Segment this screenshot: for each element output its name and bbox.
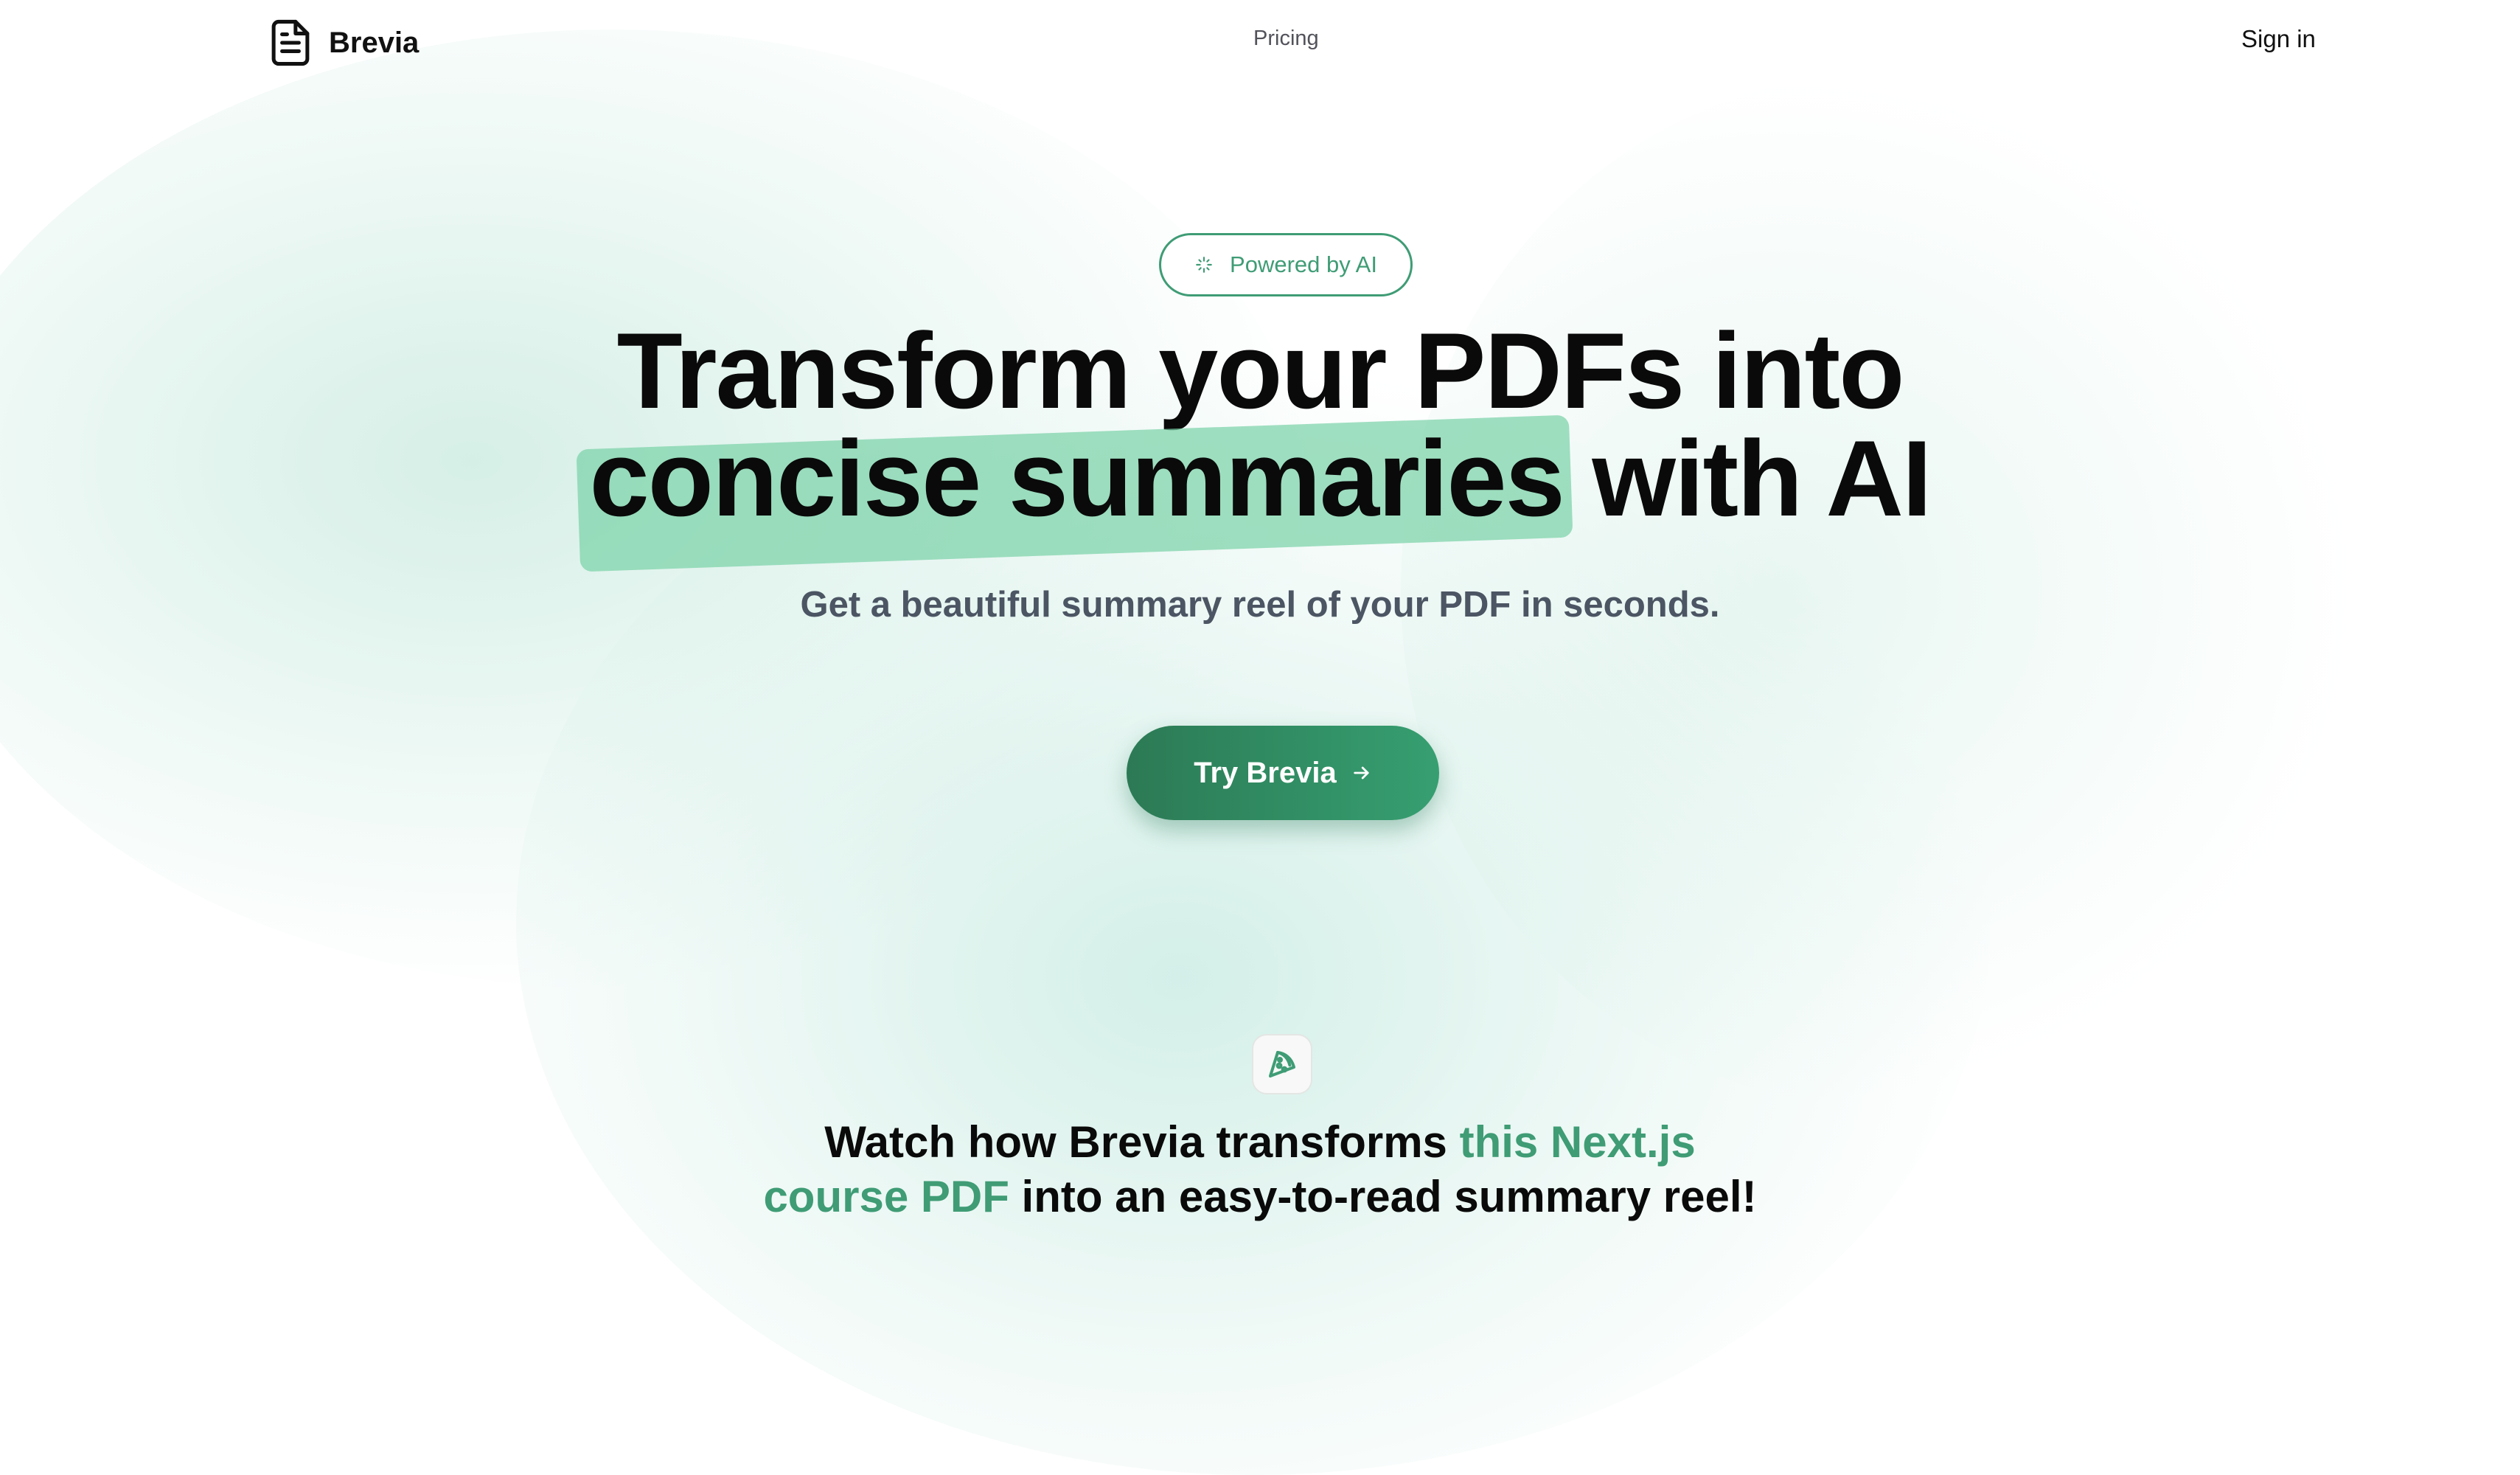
top-navigation: Brevia Pricing Sign in (0, 0, 2520, 88)
arrow-right-icon (1354, 766, 1369, 780)
sign-in-link[interactable]: Sign in (2241, 25, 2316, 53)
headline-line-2: concise summaries with AI (0, 414, 2520, 572)
brand-name: Brevia (329, 26, 420, 59)
powered-by-badge: Powered by AI (1159, 233, 1413, 296)
file-text-icon (271, 19, 310, 66)
demo-heading-line-2: course PDF into an easy-to-read summary … (0, 1170, 2520, 1224)
headline-line-1: Transform your PDFs into (616, 310, 1905, 431)
demo-heading-text-1: Watch how Brevia transforms (824, 1117, 1447, 1167)
nav-link-pricing[interactable]: Pricing (1253, 27, 1319, 51)
hero-headline: Transform your PDFs into concise summari… (0, 310, 2520, 572)
demo-icon-box (1252, 1034, 1312, 1094)
badge-label: Powered by AI (1230, 251, 1377, 277)
headline-rest-text: with AI (1592, 418, 1932, 538)
demo-heading-text-2: into an easy-to-read summary reel! (1021, 1172, 1757, 1221)
demo-heading-link-1[interactable]: this Next.js (1460, 1117, 1696, 1167)
pizza-icon (1269, 1051, 1295, 1077)
headline-highlight: concise summaries (576, 414, 1573, 572)
brand-logo-link[interactable]: Brevia (270, 19, 419, 66)
headline-highlight-text: concise summaries (589, 418, 1565, 538)
demo-heading: Watch how Brevia transforms this Next.js… (0, 1115, 2520, 1224)
hero-subtitle: Get a beautiful summary reel of your PDF… (800, 585, 1720, 625)
demo-heading-link-2[interactable]: course PDF (763, 1172, 1009, 1221)
sparkles-icon (1196, 257, 1212, 273)
demo-heading-line-1: Watch how Brevia transforms this Next.js (0, 1115, 2520, 1170)
cta-label: Try Brevia (1194, 756, 1337, 789)
try-brevia-button[interactable]: Try Brevia (1127, 726, 1439, 820)
